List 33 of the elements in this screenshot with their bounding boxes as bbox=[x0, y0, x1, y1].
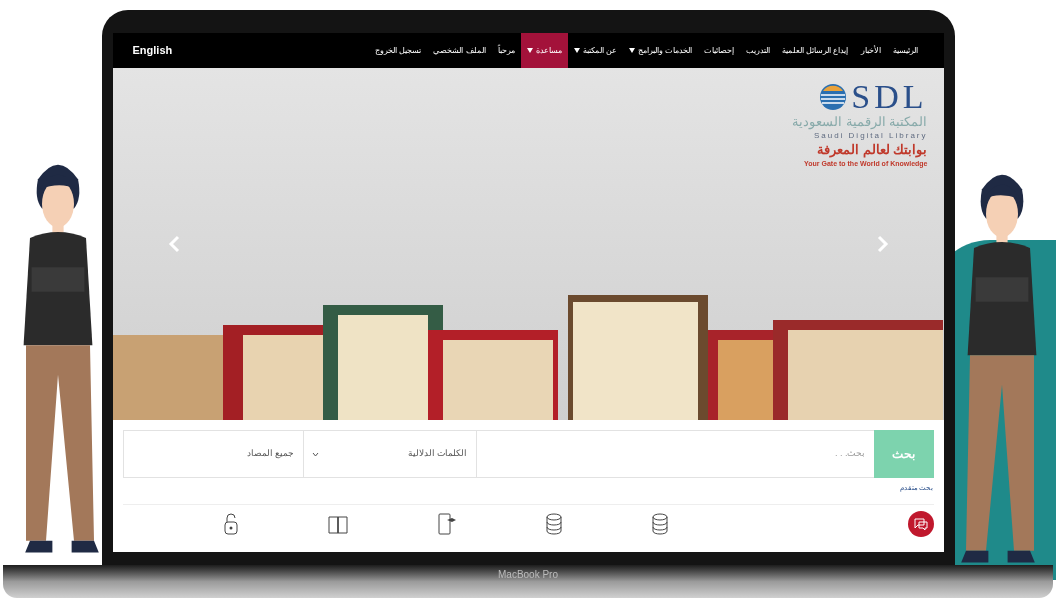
nav-item[interactable]: الملف الشخصي bbox=[427, 33, 492, 68]
nav-item[interactable]: إيداع الرسائل العلمية bbox=[776, 33, 855, 68]
nav-item[interactable]: إحصائيات bbox=[698, 33, 741, 68]
search-field[interactable]: بحث. . . bbox=[476, 430, 874, 478]
unlocked-padlock-icon[interactable] bbox=[223, 513, 238, 535]
laptop-label: MacBook Pro bbox=[498, 568, 558, 582]
nav-item[interactable]: عن المكتبة bbox=[567, 33, 623, 68]
nav-item[interactable]: الخدمات والبرامج bbox=[622, 33, 699, 68]
source-select[interactable]: جميع المصاد bbox=[122, 430, 303, 478]
logo-name-english: Saudi Digital Library bbox=[813, 130, 928, 143]
nav-item[interactable]: الرئيسية bbox=[886, 33, 924, 68]
logo-mark: SDL bbox=[851, 80, 928, 114]
chevron-left-icon bbox=[167, 235, 180, 253]
database-icon[interactable] bbox=[545, 513, 562, 535]
nav-item[interactable]: مساعدة bbox=[520, 33, 568, 68]
nav-item[interactable]: تسجيل الخروج bbox=[369, 33, 428, 68]
caret-icon bbox=[526, 48, 533, 53]
book-icon[interactable] bbox=[327, 514, 348, 534]
chevron-down-icon bbox=[311, 451, 319, 457]
caret-icon bbox=[628, 48, 635, 53]
caret-icon bbox=[573, 48, 580, 53]
logo-name-arabic: المكتبة الرقمية السعودية bbox=[792, 114, 928, 131]
language-link[interactable]: English bbox=[132, 42, 173, 59]
nav-item[interactable]: الأخبار bbox=[854, 33, 887, 68]
nav-item[interactable]: التدريب bbox=[740, 33, 777, 68]
globe-logo-icon bbox=[819, 83, 848, 111]
nav-item[interactable]: مرحباً bbox=[491, 33, 521, 68]
chevron-right-icon bbox=[876, 235, 889, 253]
field-select[interactable]: الكلمات الدلالية bbox=[302, 430, 477, 478]
chat-button[interactable] bbox=[907, 511, 934, 537]
logo-tagline-arabic: بوابتك لعالم المعرفة bbox=[817, 142, 928, 159]
database-icon[interactable] bbox=[651, 513, 668, 535]
chat-icon bbox=[913, 518, 928, 530]
